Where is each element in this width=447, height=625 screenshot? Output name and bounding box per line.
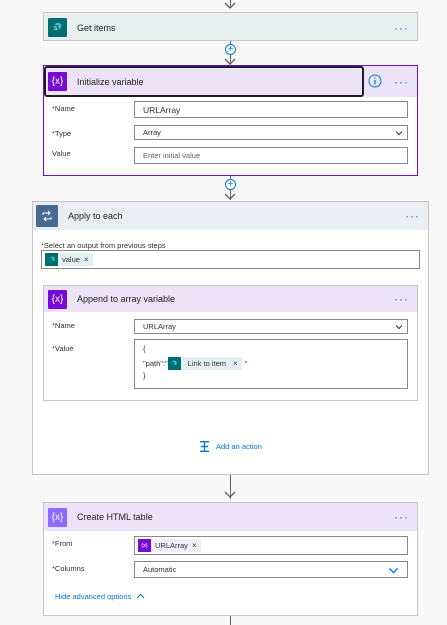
from-label: *From	[52, 539, 73, 548]
apply-to-each-title: Apply to each	[68, 211, 123, 221]
value-editor[interactable]: { "path":" Link to item × " }	[134, 339, 408, 389]
apply-to-each-card[interactable]: Apply to each ··· *Select an output from…	[32, 201, 429, 475]
connector-bottom	[230, 616, 231, 625]
urlarray-token[interactable]: {x} URLArray ×	[138, 539, 201, 552]
value-input[interactable]: Enter initial value	[134, 147, 408, 164]
variable-icon: {x}	[48, 289, 67, 309]
json-path-key: "path":"	[143, 359, 168, 368]
append-variable-card[interactable]: {x} Append to array variable ··· *Name U…	[43, 285, 418, 401]
hide-advanced-options-link[interactable]: Hide advanced options	[55, 592, 145, 601]
value-label: *Value	[52, 344, 74, 353]
type-dropdown[interactable]: Array	[134, 125, 408, 140]
hide-advanced-label: Hide advanced options	[55, 592, 132, 601]
more-options-icon[interactable]: ···	[394, 511, 409, 523]
json-close-brace: }	[143, 371, 146, 380]
from-field[interactable]: {x} URLArray ×	[134, 536, 408, 555]
initialize-variable-card[interactable]: {x} Initialize variable ··· *Name URLArr…	[43, 65, 418, 176]
info-icon[interactable]	[368, 74, 382, 88]
arrow-down-icon	[224, 193, 236, 200]
get-items-title: Get items	[77, 22, 116, 33]
json-quote: "	[244, 359, 248, 368]
more-options-icon[interactable]: ···	[394, 76, 409, 88]
arrow-down-icon	[224, 2, 236, 9]
name-label: *Name	[52, 321, 75, 330]
add-action-icon	[200, 441, 209, 452]
json-open-brace: {	[143, 344, 146, 353]
link-to-item-token[interactable]: Link to item ×	[167, 357, 242, 370]
name-label: *Name	[52, 104, 75, 113]
append-variable-header[interactable]: {x} Append to array variable ···	[44, 286, 417, 312]
value-token[interactable]: value ×	[45, 253, 93, 266]
remove-token-icon[interactable]: ×	[233, 359, 238, 368]
create-html-table-card[interactable]: {x} Create HTML table ··· *From {x} URLA…	[43, 502, 418, 616]
arrow-down-icon	[224, 491, 236, 498]
add-action-button[interactable]: Add an action	[198, 440, 262, 453]
select-output-label: *Select an output from previous steps	[41, 241, 166, 250]
columns-label: *Columns	[52, 564, 85, 573]
add-step-icon[interactable]: +	[225, 44, 236, 55]
name-field[interactable]: URLArray	[134, 101, 408, 118]
loop-icon	[36, 205, 58, 227]
more-options-icon[interactable]: ···	[405, 210, 420, 222]
add-action-label: Add an action	[216, 442, 262, 451]
more-options-icon[interactable]: ···	[394, 22, 409, 34]
initialize-variable-header[interactable]: {x} Initialize variable ···	[44, 66, 417, 97]
create-html-table-header[interactable]: {x} Create HTML table ···	[44, 503, 417, 531]
chevron-down-icon	[388, 567, 399, 574]
name-dropdown[interactable]: URLArray	[134, 319, 408, 334]
variable-icon: {x}	[48, 72, 67, 91]
initialize-variable-title: Initialize variable	[77, 76, 144, 87]
sharepoint-icon: S	[48, 18, 67, 37]
select-output-field[interactable]: value ×	[41, 250, 420, 269]
columns-dropdown[interactable]: Automatic	[134, 561, 408, 578]
sharepoint-icon	[45, 253, 58, 266]
chevron-up-icon	[136, 593, 145, 599]
sharepoint-icon	[167, 357, 181, 370]
append-variable-title: Append to array variable	[77, 294, 176, 304]
add-step-icon[interactable]: +	[225, 179, 236, 190]
chevron-down-icon	[395, 131, 403, 136]
apply-to-each-header[interactable]: Apply to each ···	[33, 202, 428, 230]
variable-icon: {x}	[138, 539, 151, 552]
data-operation-icon: {x}	[48, 507, 67, 527]
value-label: Value	[52, 149, 71, 158]
remove-token-icon[interactable]: ×	[192, 541, 197, 550]
chevron-down-icon	[395, 325, 403, 330]
remove-token-icon[interactable]: ×	[84, 255, 89, 264]
create-html-table-title: Create HTML table	[77, 512, 153, 522]
more-options-icon[interactable]: ···	[394, 293, 409, 305]
get-items-card[interactable]: S Get items ···	[43, 12, 418, 41]
type-label: *Type	[52, 129, 72, 138]
